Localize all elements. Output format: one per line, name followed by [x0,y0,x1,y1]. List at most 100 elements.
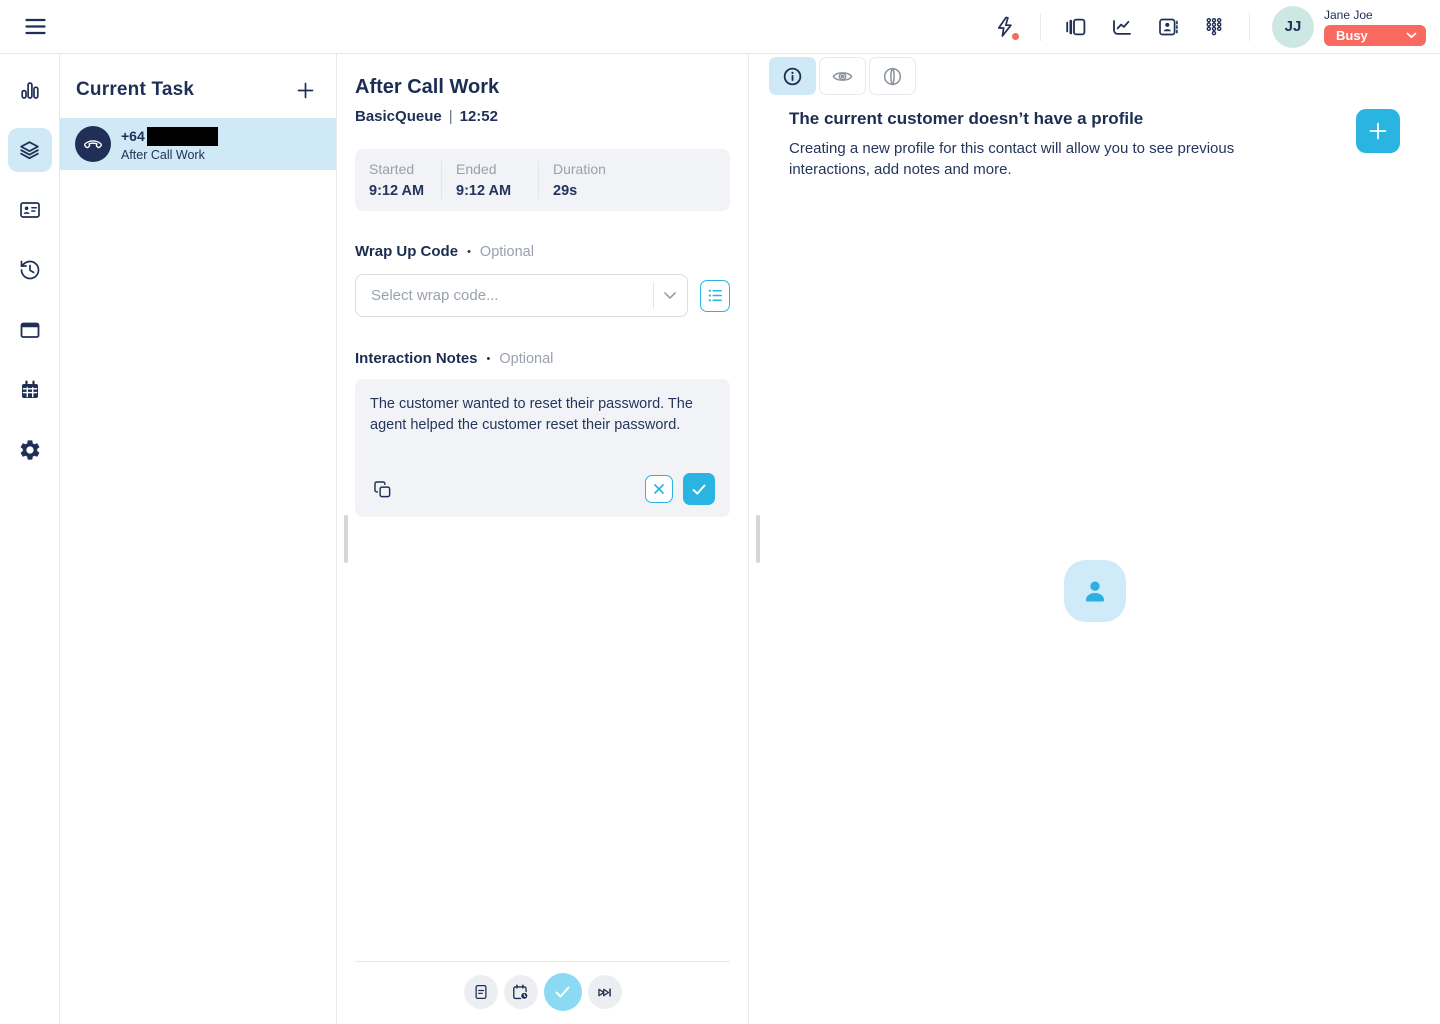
current-task-title: Current Task [76,79,194,101]
reject-notes-button[interactable] [645,475,673,503]
customer-profile-panel: The current customer doesn’t have a prof… [749,54,1440,1024]
eye-icon [831,65,854,88]
profile-tabs [749,54,1440,95]
user-block: JJ Jane Joe Busy [1272,6,1426,48]
interaction-notes-label: Interaction Notes • Optional [355,350,730,367]
hamburger-icon [22,13,49,40]
gear-icon [18,438,42,462]
wrap-code-select[interactable]: Select wrap code... [355,274,688,317]
stat-label: Duration [553,161,606,177]
notification-dot [1012,33,1019,40]
status-dropdown[interactable]: Busy [1324,25,1426,46]
schedule-followup-button[interactable] [504,975,538,1009]
notes-text: The customer wanted to reset their passw… [370,394,715,437]
check-icon [553,984,572,1000]
sidebar-item-metrics[interactable] [8,68,52,112]
interaction-notes-input[interactable]: The customer wanted to reset their passw… [355,379,730,517]
add-task-button[interactable] [291,76,319,104]
stat-value: 29s [553,183,606,199]
dialpad-button[interactable] [1195,8,1233,46]
side-panels-button[interactable] [1057,8,1095,46]
scrollbar-thumb[interactable] [344,515,348,563]
contact-book-icon [1156,15,1180,39]
acw-footer [337,961,748,1024]
person-icon [1078,574,1112,608]
sidebar-item-browser[interactable] [8,308,52,352]
sidebar-item-settings[interactable] [8,428,52,472]
contact-card-icon [18,198,42,222]
acw-title: After Call Work [355,76,730,99]
user-name: Jane Joe [1324,8,1426,22]
no-profile-message: The current customer doesn’t have a prof… [789,109,1267,181]
divider [1249,13,1250,41]
sidebar-item-calendar[interactable] [8,368,52,412]
sidebar-item-history[interactable] [8,248,52,292]
task-item[interactable]: +64 After Call Work [60,118,336,170]
current-task-panel: Current Task +64 After Call Work [60,54,337,1024]
sidebar-item-contacts[interactable] [8,188,52,232]
scrollbar-thumb[interactable] [756,515,760,563]
contacts-button[interactable] [1149,8,1187,46]
layers-icon [17,138,42,163]
copy-icon [373,480,392,499]
copy-notes-button[interactable] [370,477,394,501]
bullet-separator: • [467,246,471,258]
hamburger-menu-button[interactable] [16,8,54,46]
topbar-actions: JJ Jane Joe Busy [986,6,1426,48]
wrap-up-code-label: Wrap Up Code • Optional [355,243,730,260]
stat-label: Started [369,161,441,177]
accept-notes-button[interactable] [683,473,715,505]
notes-document-button[interactable] [464,975,498,1009]
acw-subtitle: BasicQueue | 12:52 [355,108,730,125]
check-icon [691,483,707,496]
pipe-separator: | [449,108,453,125]
complete-task-button[interactable] [544,973,582,1011]
tab-split-view[interactable] [869,57,916,95]
dialpad-icon [1202,15,1226,39]
call-stats: Started 9:12 AM Ended 9:12 AM Duration 2… [355,149,730,211]
status-label: Busy [1336,28,1368,43]
metrics-button[interactable] [1103,8,1141,46]
stat-value: 9:12 AM [369,183,441,199]
bar-chart-icon [18,78,42,102]
tab-profile-info[interactable] [769,57,816,95]
task-phone-number: +64 [121,127,218,146]
sidebar-nav [0,54,60,1024]
close-icon [653,483,665,495]
phone-handset-icon [75,126,111,162]
wrap-code-list-button[interactable] [700,280,730,312]
stat-value: 9:12 AM [456,183,538,199]
calendar-icon [18,378,42,402]
line-chart-icon [1110,15,1134,39]
no-profile-heading: The current customer doesn’t have a prof… [789,109,1267,129]
chevron-down-icon [1406,32,1417,39]
task-type-label: After Call Work [121,148,218,162]
wrap-code-placeholder: Select wrap code... [371,287,653,304]
skip-button[interactable] [588,975,622,1009]
tab-preview[interactable] [819,57,866,95]
avatar-initials: JJ [1285,18,1302,35]
divider [1040,13,1041,41]
plus-icon [296,81,315,100]
user-avatar[interactable]: JJ [1272,6,1314,48]
divider [653,282,654,309]
acw-timer: 12:52 [460,108,498,125]
calendar-clock-icon [511,983,530,1002]
list-icon [706,286,725,305]
stat-label: Ended [456,161,538,177]
create-profile-button[interactable] [1356,109,1400,153]
after-call-work-panel: After Call Work BasicQueue | 12:52 Start… [337,54,749,1024]
queue-name: BasicQueue [355,108,442,125]
skip-forward-icon [595,983,614,1002]
info-icon [781,65,804,88]
history-icon [18,258,42,282]
redaction-box [147,127,218,146]
plus-icon [1367,120,1389,142]
bullet-separator: • [487,353,491,365]
document-icon [472,983,490,1001]
chevron-down-icon [663,291,677,300]
topbar: JJ Jane Joe Busy [0,0,1440,54]
quick-connects-button[interactable] [986,8,1024,46]
profile-placeholder-avatar [1064,560,1126,622]
sidebar-item-tasks[interactable] [8,128,52,172]
